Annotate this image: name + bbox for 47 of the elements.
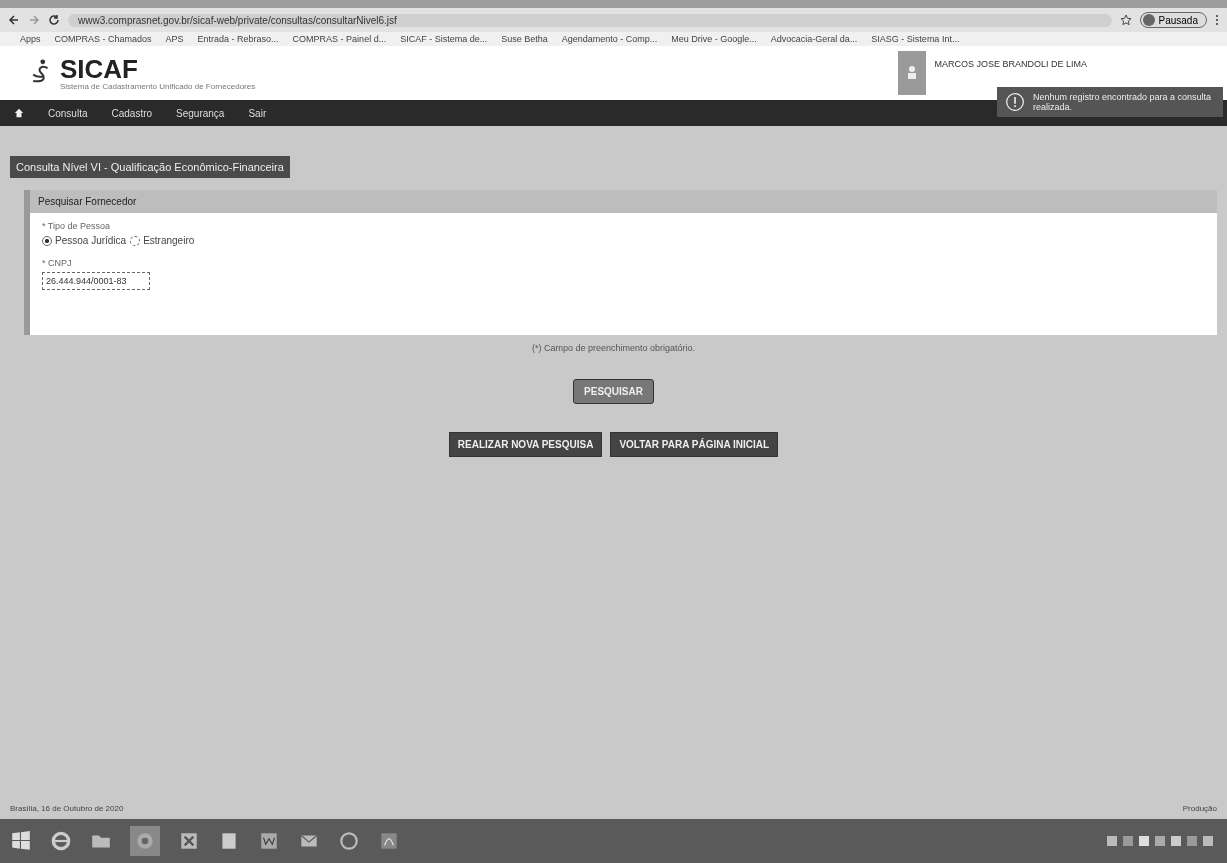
panel-title: Pesquisar Fornecedor [30,190,1217,213]
star-icon[interactable] [1119,14,1132,26]
bookmark-link[interactable]: SIASG - Sistema Int... [871,34,960,44]
radio-option[interactable]: Estrangeiro [130,235,195,246]
back-icon[interactable] [8,14,20,26]
environment-label: Produção [1182,804,1217,813]
nav-menu-item[interactable]: Sair [248,107,267,119]
action-button[interactable]: VOLTAR PARA PÁGINA INICIAL [610,432,779,457]
bookmark-link[interactable]: COMPRAS - Chamados [54,34,152,44]
bookmark-link[interactable]: Advocacia-Geral da... [770,34,858,44]
spreadsheet-icon[interactable] [178,830,200,852]
user-name: MARCOS JOSE BRANDOLI DE LIMA [934,59,1087,69]
profile-button[interactable]: Pausada [1139,12,1207,28]
word-document-icon[interactable] [258,830,280,852]
radio-option[interactable]: Pessoa Jurídica [42,235,127,246]
logo-subtitle: Sistema de Cadastramento Unificado de Fornecedores [60,81,256,91]
bookmark-link[interactable]: COMPRAS - Painel d... [292,34,387,44]
field-label: * Tipo de Pessoa [42,221,111,231]
nav-menu-item[interactable]: Consulta [48,107,88,119]
field-label: * CNPJ [42,258,72,268]
toast-message: Nenhum registro encontrado para a consulta realizada. [1033,92,1213,112]
nav-menu-item[interactable]: Segurança [176,107,225,119]
reload-icon[interactable] [48,14,60,26]
address-bar[interactable]: www3.comprasnet.gov.br/sicaf-web/private/consultas/consultarNivel6.jsf [68,13,1112,27]
footer-date: Brasília, 16 de Outubro de 2020 [10,804,124,813]
menu-icon[interactable] [1215,14,1219,26]
bookmark-link[interactable]: Meu Drive - Google... [671,34,757,44]
bookmark-link[interactable]: Agendamento - Comp... [561,34,658,44]
required-note: (*) Campo de preenchimento obrigatório. [530,343,697,353]
alert-icon [1005,92,1025,112]
action-button[interactable]: REALIZAR NOVA PESQUISA [448,432,603,457]
home-icon[interactable] [14,108,24,118]
bookmark-link[interactable]: APS [165,34,184,44]
user-icon [898,51,927,95]
bookmark-link[interactable]: Entrada - Rebraso... [197,34,279,44]
cnpj-input-field[interactable]: 26.444.944/0001-83 [42,272,150,290]
circle-app-icon[interactable] [338,830,360,852]
windows-start-icon[interactable] [10,830,32,852]
bookmark-link[interactable]: Apps [20,34,41,44]
bookmark-link[interactable]: SICAF - Sistema de... [400,34,488,44]
bookmark-link[interactable]: Suse Betha [501,34,548,44]
logo-text: SICAF [60,55,139,82]
browser-e-icon[interactable] [50,830,72,852]
pdf-icon[interactable] [378,830,400,852]
search-button[interactable]: PESQUISAR [573,379,654,404]
nav-menu-item[interactable]: Cadastro [111,107,153,119]
page-title: Consulta Nível VI - Qualificação Econômico-Financeira [10,156,290,178]
